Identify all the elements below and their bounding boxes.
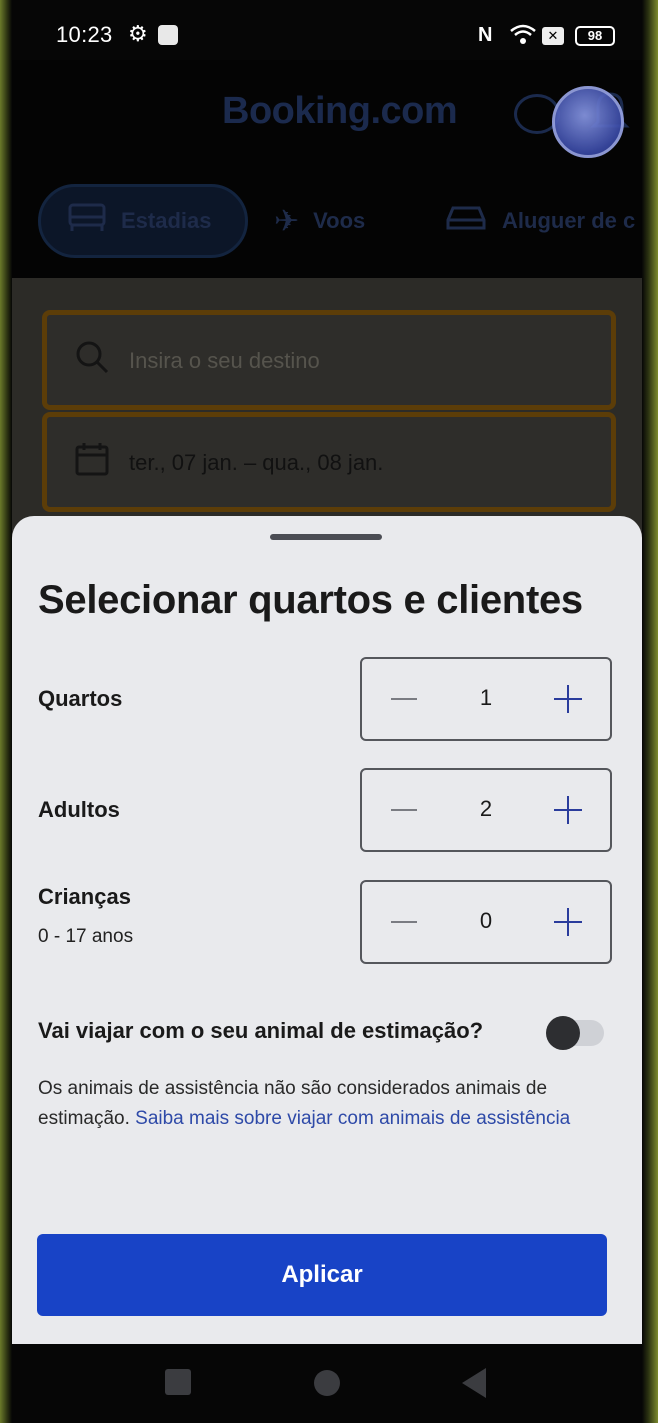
bed-icon — [67, 202, 107, 240]
rooms-increment-button[interactable] — [538, 669, 598, 729]
message-icon — [158, 25, 178, 45]
battery-icon: 98 — [575, 26, 615, 46]
pet-note: Os animais de assistência não são consid… — [38, 1074, 598, 1134]
calendar-icon — [75, 442, 109, 484]
children-label: Crianças — [38, 884, 131, 909]
tab-car-rental-label: Aluguer de c — [502, 208, 636, 233]
sheet-drag-handle[interactable] — [270, 534, 382, 540]
frame-edge-right — [642, 0, 658, 1423]
status-bar: 10:23 ⚙ N ✕ 98 — [30, 18, 630, 54]
search-form: Insira o seu destino ter., 07 jan. – qua… — [12, 278, 642, 538]
tab-stays-label: Estadias — [121, 208, 212, 233]
dates-value: ter., 07 jan. – qua., 08 jan. — [129, 450, 384, 475]
apply-button[interactable]: Aplicar — [37, 1234, 607, 1316]
destination-field[interactable]: Insira o seu destino — [42, 310, 616, 410]
rooms-stepper: 1 — [360, 657, 612, 741]
children-stepper: 0 — [360, 880, 612, 964]
status-time: 10:23 — [56, 22, 113, 47]
brand-logo: Booking.com — [222, 90, 458, 132]
destination-placeholder: Insira o seu destino — [129, 348, 320, 373]
touch-indicator — [552, 86, 624, 158]
rooms-label: Quartos — [38, 686, 123, 711]
pet-toggle-knob — [546, 1016, 580, 1050]
home-button[interactable] — [314, 1370, 340, 1396]
children-age-range: 0 - 17 anos — [38, 926, 134, 947]
adults-stepper: 2 — [360, 768, 612, 852]
tab-flights-label: Voos — [313, 208, 366, 233]
rooms-guests-sheet: Selecionar quartos e clientes Quartos 1 … — [12, 516, 642, 1344]
pet-question: Vai viajar com o seu animal de estimação… — [38, 1018, 484, 1043]
sheet-title: Selecionar quartos e clientes — [38, 578, 583, 622]
gear-icon: ⚙ — [128, 21, 148, 46]
children-increment-button[interactable] — [538, 892, 598, 952]
tab-car-rental[interactable]: Aluguer de c — [444, 184, 635, 258]
service-animals-link[interactable]: Saiba mais sobre viajar com animais de a… — [135, 1108, 570, 1129]
adults-label: Adultos — [38, 797, 120, 822]
category-tabs: Estadias ✈ Voos Aluguer de c — [12, 170, 642, 270]
nfc-icon: N — [478, 24, 493, 46]
system-nav-bar — [12, 1344, 642, 1423]
car-icon — [444, 202, 488, 240]
wifi-icon — [510, 24, 536, 51]
tab-flights[interactable]: ✈ Voos — [274, 184, 365, 258]
frame-edge-left — [0, 0, 12, 1423]
destination-row: Insira o seu destino — [47, 315, 611, 407]
pet-toggle[interactable] — [546, 1016, 604, 1050]
close-box-icon: ✕ — [542, 27, 564, 45]
tab-stays[interactable]: Estadias — [38, 184, 248, 258]
plane-icon: ✈ — [274, 204, 300, 238]
recents-button[interactable] — [165, 1369, 191, 1395]
back-button[interactable] — [462, 1368, 486, 1398]
search-icon — [75, 340, 109, 382]
adults-increment-button[interactable] — [538, 780, 598, 840]
dates-row: ter., 07 jan. – qua., 08 jan. — [47, 417, 611, 509]
dates-field[interactable]: ter., 07 jan. – qua., 08 jan. — [42, 412, 616, 512]
